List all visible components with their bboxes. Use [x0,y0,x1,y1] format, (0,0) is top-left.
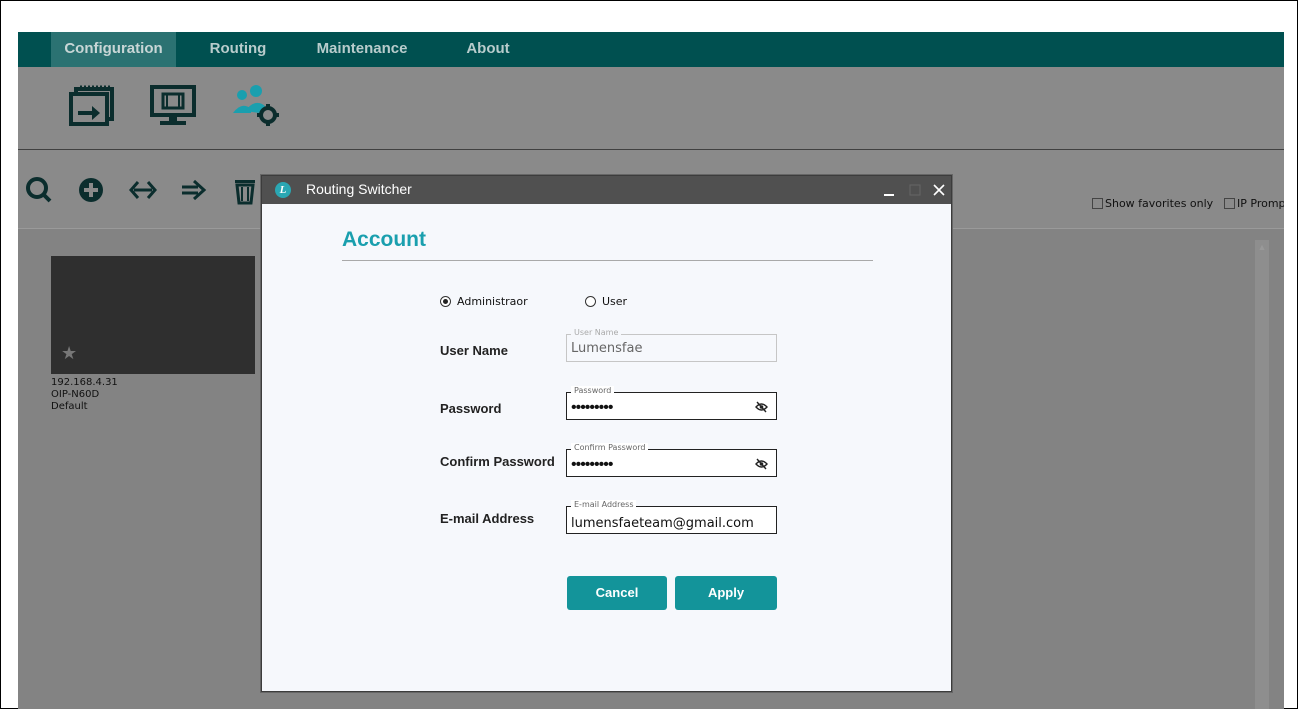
role-user-option[interactable]: User [585,295,627,308]
video-source-icon[interactable] [68,79,118,129]
user-settings-icon[interactable] [230,79,280,129]
minimize-icon[interactable] [876,176,902,204]
device-thumbnail[interactable]: ★ [51,256,255,374]
password-legend: Password [571,386,615,396]
email-label: E-mail Address [440,511,535,526]
import-arrow-icon[interactable] [178,175,208,205]
trash-icon[interactable] [230,175,260,205]
apply-button[interactable]: Apply [675,576,777,610]
display-monitor-icon[interactable] [148,79,198,129]
heading-divider [342,260,873,261]
show-favorites-label: Show favorites only [1105,197,1214,210]
show-favorites-checkbox[interactable]: Show favorites only [1092,197,1213,210]
password-field[interactable]: Password ••••••••• [566,386,777,420]
confirm-password-value: ••••••••• [571,456,613,473]
email-field[interactable]: E-mail Address lumensfaeteam@gmail.com [566,500,777,534]
search-icon[interactable] [24,175,54,205]
checkbox-box[interactable] [1092,198,1103,209]
menu-configuration[interactable]: Configuration [51,32,176,67]
dialog-title-bar[interactable]: L Routing Switcher [262,176,951,204]
confirm-password-field[interactable]: Confirm Password ••••••••• [566,443,777,477]
email-legend: E-mail Address [571,500,637,510]
favorite-star-icon[interactable]: ★ [61,343,77,364]
username-legend: User Name [571,328,622,338]
ip-prompt-checkbox[interactable]: IP Prompt [1224,197,1284,210]
screen-frame: Configuration Routing Maintenance About [0,0,1298,709]
checkbox-box[interactable] [1224,198,1235,209]
password-value: ••••••••• [571,399,613,416]
main-menu-bar: Configuration Routing Maintenance About [18,32,1284,67]
role-administrator-label: Administraor [457,295,528,308]
menu-about[interactable]: About [458,32,518,67]
account-heading: Account [342,228,426,251]
radio-selected-icon[interactable] [440,296,451,307]
device-ip: 192.168.4.31 [51,377,118,388]
dialog-title: Routing Switcher [306,181,412,197]
eye-hidden-icon[interactable] [755,458,768,470]
add-icon[interactable] [76,175,106,205]
radio-unselected-icon[interactable] [585,296,596,307]
eye-hidden-icon[interactable] [755,401,768,413]
close-icon[interactable] [926,176,952,204]
device-group: Default [51,401,88,412]
configuration-icon-bar [18,67,1284,150]
password-label: Password [440,401,502,416]
menu-routing[interactable]: Routing [198,32,278,67]
device-model: OIP-N60D [51,389,100,400]
swap-arrows-icon[interactable] [128,175,158,205]
ip-prompt-label: IP Prompt [1237,197,1284,210]
account-dialog: L Routing Switcher Account Administraor … [261,175,952,692]
email-value: lumensfaeteam@gmail.com [571,516,754,531]
app-logo-icon: L [275,182,291,198]
username-value: Lumensfae [571,341,643,356]
cancel-button[interactable]: Cancel [567,576,667,610]
role-administrator-option[interactable]: Administraor [440,295,528,308]
menu-maintenance[interactable]: Maintenance [306,32,418,67]
confirm-password-legend: Confirm Password [571,443,649,453]
role-user-label: User [602,295,628,308]
username-label: User Name [440,343,508,358]
maximize-icon[interactable] [902,176,928,204]
scroll-up-arrow-icon[interactable]: ▲ [1255,242,1269,254]
username-field[interactable]: User Name Lumensfae [566,328,777,362]
confirm-password-label: Confirm Password [440,454,555,469]
vertical-scrollbar[interactable]: ▲ [1255,240,1269,709]
